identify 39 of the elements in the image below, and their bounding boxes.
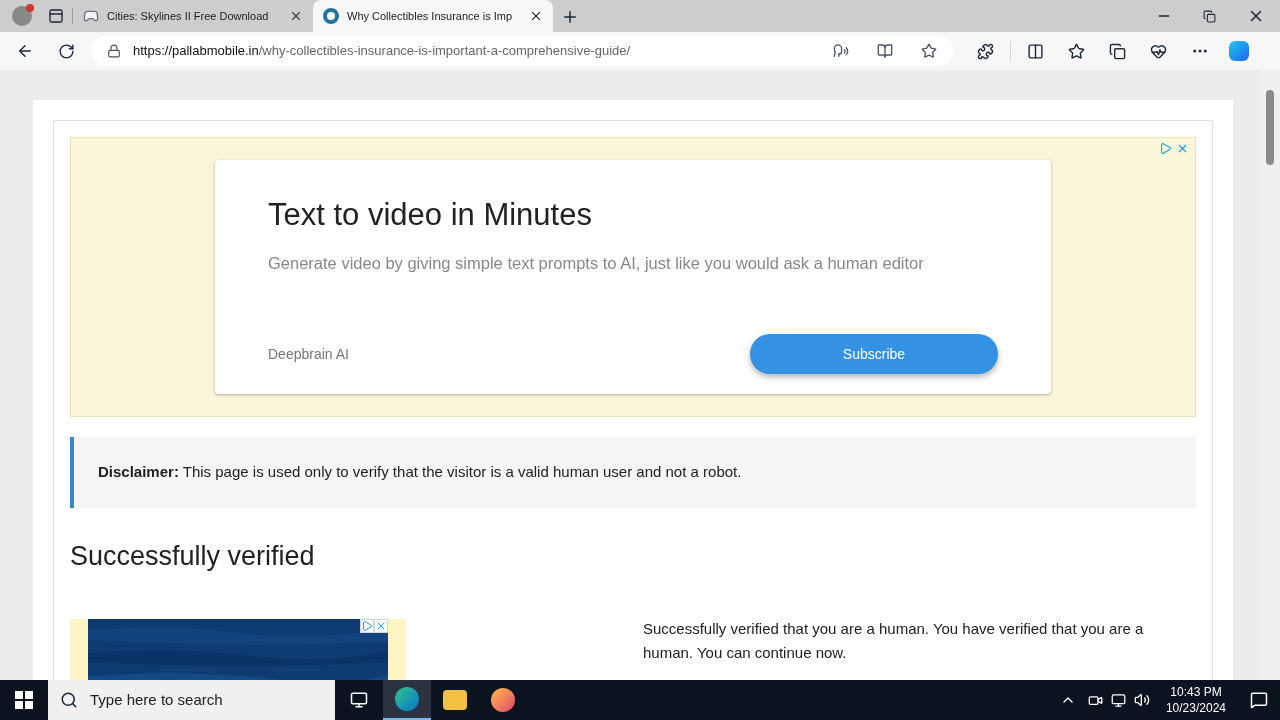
health-icon[interactable]: [1150, 42, 1167, 60]
adchoices-icon[interactable]: [1159, 142, 1172, 155]
verification-message: Successfully verified that you are a human. You have verified that you are a human. You can continue now.: [643, 618, 1145, 663]
gamepad-icon: [83, 8, 99, 24]
search-icon: [60, 691, 78, 709]
taskbar-search-field[interactable]: Type here to search: [48, 680, 335, 720]
close-icon[interactable]: [529, 9, 543, 23]
page-heading: Successfully verified: [70, 540, 316, 573]
new-tab-icon[interactable]: [561, 8, 579, 26]
volume-icon[interactable]: [1133, 692, 1150, 708]
url-text: https://pallabmobile.in/why-collectibles-insurance-is-important-a-comprehensive-guide/: [133, 42, 632, 61]
ad-body: Generate video by giving simple text prompts to AI, just like you would ask a human editor: [268, 252, 925, 274]
reload-icon[interactable]: [58, 42, 75, 60]
notifications-icon[interactable]: [1250, 691, 1268, 709]
address-bar[interactable]: https://pallabmobile.in/why-collectibles-insurance-is-important-a-comprehensive-guide/: [91, 36, 953, 66]
disclaimer-text: Disclaimer: This page is used only to verify that the visitor is a valid human user and not a robot.: [98, 462, 742, 483]
browser-tab[interactable]: Cities: Skylines II Free Download: [73, 0, 313, 32]
restore-icon[interactable]: [1203, 9, 1216, 23]
profile-icon[interactable]: [12, 6, 32, 26]
tab-title: Cities: Skylines II Free Download: [107, 8, 270, 24]
favorites-icon[interactable]: [1068, 42, 1085, 60]
close-icon[interactable]: [289, 9, 303, 23]
advertiser-name: Deepbrain AI: [268, 344, 349, 364]
read-aloud-icon[interactable]: [833, 43, 849, 59]
tab-actions-icon[interactable]: [48, 8, 64, 24]
split-screen-icon[interactable]: [1027, 42, 1044, 60]
adchoices-icon[interactable]: [360, 618, 374, 633]
lock-icon: [107, 44, 121, 58]
reader-icon[interactable]: [877, 43, 893, 59]
tab-title: Why Collectibles Insurance is Imp: [347, 8, 514, 24]
favorite-icon[interactable]: [921, 43, 937, 59]
back-icon[interactable]: [16, 42, 34, 60]
collections-icon[interactable]: [1109, 42, 1126, 60]
clock[interactable]: 10:43 PM 10/23/2024: [1165, 684, 1226, 716]
extensions-icon[interactable]: [977, 42, 994, 60]
scrollbar[interactable]: [1260, 70, 1280, 680]
ad-headline: Text to video in Minutes: [268, 196, 593, 234]
network-icon[interactable]: [1110, 692, 1126, 708]
browser-tab[interactable]: Why Collectibles Insurance is Imp: [313, 0, 553, 32]
